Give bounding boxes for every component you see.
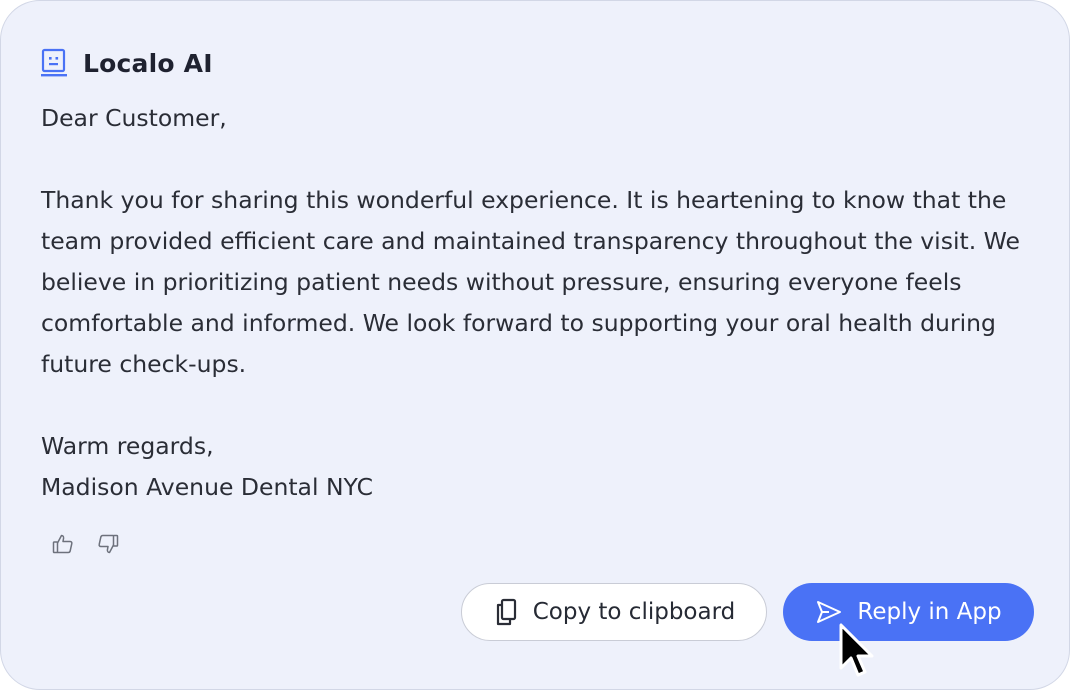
message-signature: Madison Avenue Dental NYC [41, 473, 374, 501]
thumbs-up-icon [52, 534, 73, 553]
message-body: Thank you for sharing this wonderful exp… [41, 186, 1020, 378]
thumbs-up-button[interactable] [50, 531, 75, 556]
thumbs-down-icon [97, 534, 118, 553]
copy-button-label: Copy to clipboard [532, 599, 736, 625]
reply-in-app-button[interactable]: Reply in App [783, 583, 1034, 641]
ai-reply-card: Localo AI Dear Customer, Thank you for s… [0, 0, 1070, 690]
reply-button-label: Reply in App [857, 599, 1002, 625]
message-greeting: Dear Customer, [41, 104, 227, 132]
mouse-pointer-icon [839, 623, 874, 677]
feedback-controls [50, 531, 120, 556]
brand-name: Localo AI [83, 48, 213, 78]
ai-bot-icon [41, 48, 67, 77]
card-header: Localo AI [41, 47, 213, 79]
thumbs-down-button[interactable] [95, 531, 120, 556]
reply-message: Dear Customer, Thank you for sharing thi… [41, 98, 1031, 508]
copy-to-clipboard-button[interactable]: Copy to clipboard [461, 583, 767, 641]
copy-icon [496, 598, 516, 626]
message-closing: Warm regards, [41, 432, 214, 460]
